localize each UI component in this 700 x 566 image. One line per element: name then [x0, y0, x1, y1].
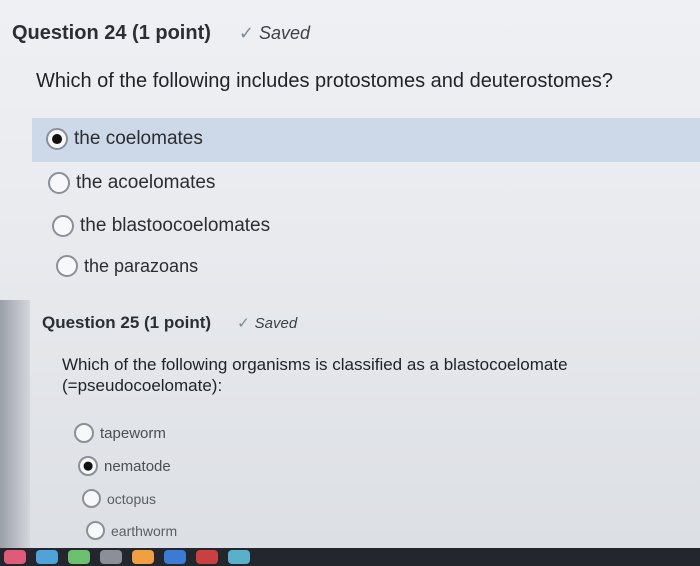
question-25-title: Question 25 (1 point) — [42, 313, 212, 332]
option-label: the parazoans — [84, 255, 199, 276]
question-24-saved-status: ✓ Saved — [239, 23, 310, 44]
radio-button[interactable] — [46, 128, 68, 150]
question-24-text: Which of the following includes protosto… — [36, 70, 613, 92]
question-24-title: Question 24 (1 point) — [12, 22, 211, 44]
app-icon[interactable] — [196, 550, 218, 564]
saved-label: Saved — [254, 314, 298, 332]
radio-button[interactable] — [86, 521, 105, 540]
app-icon[interactable] — [164, 550, 186, 564]
question-25-option-3[interactable]: octopus — [82, 489, 156, 508]
question-25-text-line-1: Which of the following organisms is clas… — [62, 355, 568, 374]
question-25-option-4[interactable]: earthworm — [86, 521, 177, 540]
left-edge — [0, 300, 30, 548]
app-icon[interactable] — [132, 550, 154, 564]
question-24-option-4[interactable]: the parazoans — [56, 255, 198, 277]
option-label: nematode — [104, 457, 171, 475]
option-label: the coelomates — [74, 128, 203, 149]
option-label: earthworm — [111, 522, 178, 539]
taskbar — [0, 548, 700, 566]
question-24-option-1[interactable]: the coelomates — [46, 128, 203, 150]
question-25-saved-status: ✓ Saved — [237, 314, 298, 333]
option-label: tapeworm — [100, 424, 166, 442]
app-icon[interactable] — [4, 550, 26, 564]
radio-button[interactable] — [52, 215, 74, 237]
quiz-page: Question 24 (1 point) ✓ Saved Which of t… — [0, 0, 700, 548]
app-icon[interactable] — [36, 550, 58, 564]
radio-button[interactable] — [56, 255, 78, 277]
option-label: octopus — [107, 490, 157, 507]
saved-label: Saved — [259, 23, 311, 43]
checkmark-icon: ✓ — [238, 23, 254, 43]
app-icon[interactable] — [228, 550, 250, 564]
question-25-text-line-2: (=pseudocoelomate): — [62, 376, 223, 395]
radio-button[interactable] — [48, 172, 70, 194]
radio-button[interactable] — [78, 456, 98, 476]
option-label: the blastoocoelomates — [80, 215, 271, 236]
question-25-text: Which of the following organisms is clas… — [62, 354, 568, 396]
question-24-option-3[interactable]: the blastoocoelomates — [52, 215, 270, 237]
checkmark-icon: ✓ — [237, 315, 250, 332]
option-label: the acoelomates — [76, 172, 216, 193]
radio-button[interactable] — [82, 489, 101, 508]
question-25-option-2[interactable]: nematode — [78, 456, 171, 476]
question-25-header: Question 25 (1 point) ✓ Saved — [42, 313, 297, 333]
app-icon[interactable] — [100, 550, 122, 564]
question-24-option-2[interactable]: the acoelomates — [48, 172, 215, 194]
question-24-header: Question 24 (1 point) ✓ Saved — [12, 22, 310, 45]
question-25-option-1[interactable]: tapeworm — [74, 423, 166, 443]
app-icon[interactable] — [68, 550, 90, 564]
radio-button[interactable] — [74, 423, 94, 443]
